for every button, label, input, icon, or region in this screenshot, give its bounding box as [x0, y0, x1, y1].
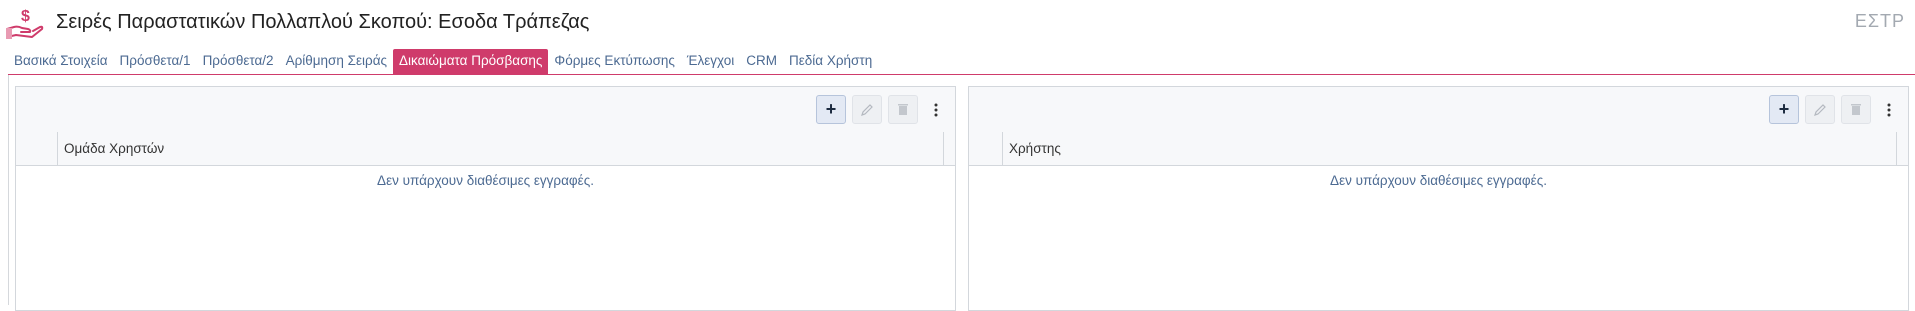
empty-message: Δεν υπάρχουν διαθέσιμες εγγραφές.: [1330, 173, 1547, 188]
tab-additional-1[interactable]: Πρόσθετα/1: [114, 49, 197, 73]
delete-button[interactable]: [888, 95, 918, 124]
page-title: Σειρές Παραστατικών Πολλαπλού Σκοπού: Εσ…: [56, 11, 590, 33]
column-spacer: [943, 132, 955, 165]
kebab-icon: [1887, 103, 1891, 116]
grid-toolbar: +: [969, 87, 1908, 133]
row-selector-column[interactable]: [969, 132, 1003, 165]
hand-money-icon: $: [6, 8, 44, 39]
grid-toolbar: +: [16, 87, 955, 133]
users-grid: + Χρήστης Δεν υπάρχουν διαθέσιμες εγγραφ…: [968, 86, 1909, 311]
edit-button[interactable]: [1805, 95, 1835, 124]
add-button[interactable]: +: [816, 95, 846, 124]
more-options-button[interactable]: [927, 95, 945, 124]
edit-button[interactable]: [852, 95, 882, 124]
delete-button[interactable]: [1841, 95, 1871, 124]
tab-user-fields[interactable]: Πεδία Χρήστη: [783, 49, 878, 73]
column-spacer: [1896, 132, 1908, 165]
pencil-icon: [1814, 103, 1826, 116]
row-selector-column[interactable]: [16, 132, 58, 165]
tab-checks[interactable]: Έλεγχοι: [681, 49, 740, 73]
series-code: ΕΣΤΡ: [1854, 11, 1905, 31]
tab-additional-2[interactable]: Πρόσθετα/2: [197, 49, 280, 73]
column-header-user-group[interactable]: Ομάδα Χρηστών: [58, 132, 164, 165]
empty-message: Δεν υπάρχουν διαθέσιμες εγγραφές.: [377, 173, 594, 188]
column-header-user[interactable]: Χρήστης: [1003, 132, 1061, 165]
svg-text:$: $: [21, 8, 30, 25]
more-options-button[interactable]: [1880, 95, 1898, 124]
tab-bar: Βασικά Στοιχεία Πρόσθετα/1 Πρόσθετα/2 Αρ…: [8, 49, 878, 74]
trash-icon: [898, 104, 908, 115]
page-header: $ Σειρές Παραστατικών Πολλαπλού Σκοπού: …: [0, 0, 1915, 46]
tab-series-numbering[interactable]: Αρίθμηση Σειράς: [280, 49, 393, 73]
tab-access-rights[interactable]: Δικαιώματα Πρόσβασης: [393, 49, 549, 74]
pencil-icon: [861, 103, 873, 116]
kebab-icon: [934, 103, 938, 116]
tab-basic-info[interactable]: Βασικά Στοιχεία: [8, 49, 114, 73]
trash-icon: [1851, 104, 1861, 115]
tab-print-forms[interactable]: Φόρμες Εκτύπωσης: [548, 49, 681, 73]
user-groups-grid: + Ομάδα Χρηστών Δεν υπάρχουν διαθέσιμες …: [15, 86, 956, 311]
tab-crm[interactable]: CRM: [740, 49, 783, 73]
grid-header: Ομάδα Χρηστών: [16, 132, 955, 166]
grid-header: Χρήστης: [969, 132, 1908, 166]
add-button[interactable]: +: [1769, 95, 1799, 124]
